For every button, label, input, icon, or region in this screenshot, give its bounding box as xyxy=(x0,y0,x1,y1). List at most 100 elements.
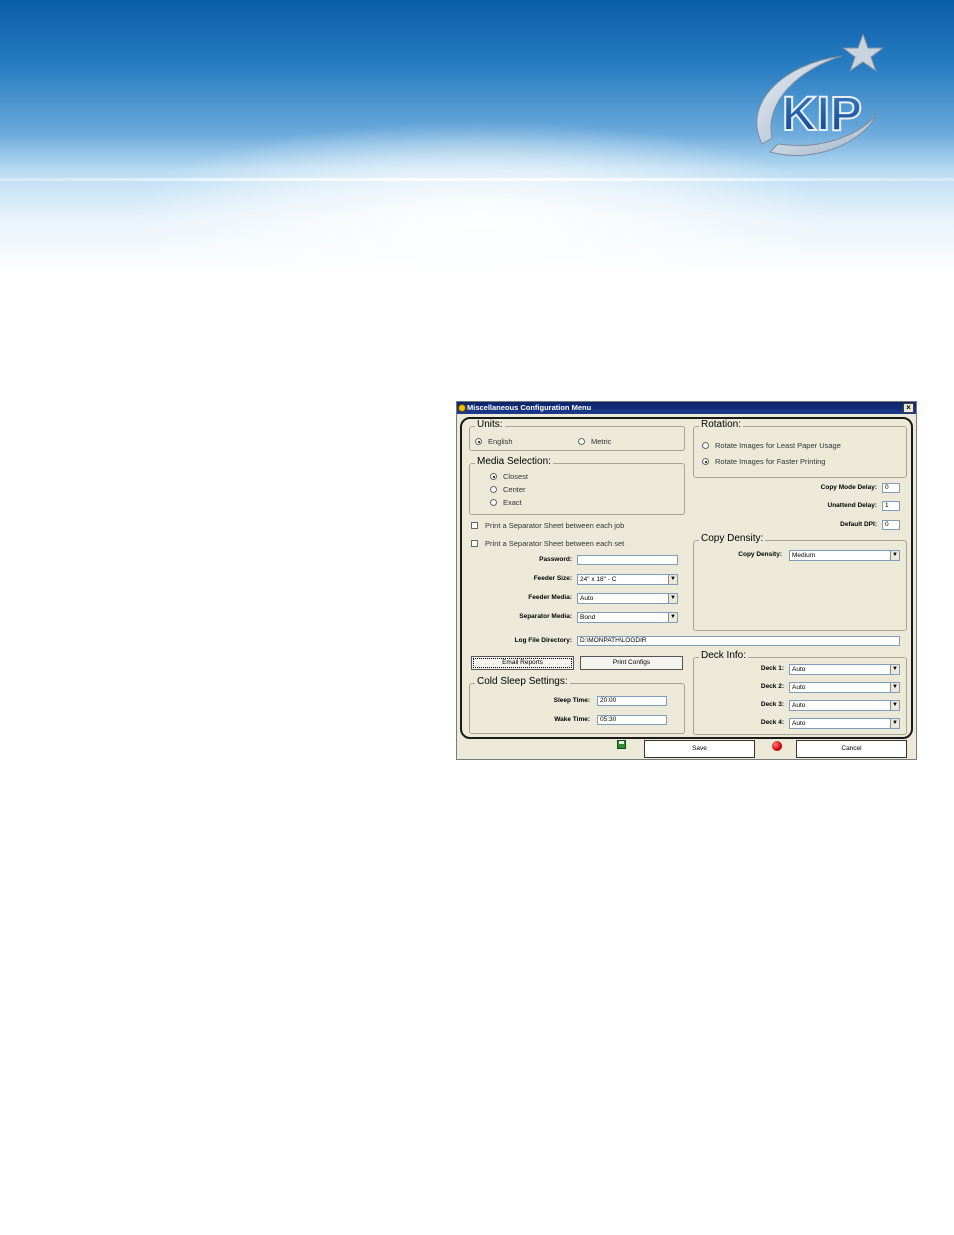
radio-empty-icon xyxy=(490,499,497,506)
default-dpi-label: Default DPI: xyxy=(840,521,877,528)
cold-sleep-legend: Cold Sleep Settings: xyxy=(475,676,570,687)
media-selection-group: Media Selection: Closest Center Exact xyxy=(469,456,685,515)
deck-info-legend: Deck Info: xyxy=(699,650,749,661)
rotation-faster-radio[interactable]: Rotate Images for Faster Printing xyxy=(702,457,825,466)
media-exact-label: Exact xyxy=(503,498,522,507)
units-english-label: English xyxy=(488,437,513,446)
chevron-down-icon[interactable]: ▼ xyxy=(890,683,899,692)
wake-time-label: Wake Time: xyxy=(554,716,590,723)
rotation-least-paper-label: Rotate Images for Least Paper Usage xyxy=(715,441,841,450)
header-banner: KIP xyxy=(0,0,954,275)
units-metric-radio[interactable]: Metric xyxy=(578,437,611,446)
deck-1-value: Auto xyxy=(792,666,806,673)
log-dir-label: Log File Directory: xyxy=(514,637,572,644)
chevron-down-icon[interactable]: ▼ xyxy=(668,613,677,622)
copy-density-label: Copy Density: xyxy=(738,551,782,558)
sleep-time-input[interactable]: 20:00 xyxy=(597,696,667,706)
print-configs-button[interactable]: Print Configs xyxy=(580,656,683,670)
deck-info-group: Deck Info: Deck 1: Auto ▼ Deck 2: Auto ▼ D… xyxy=(693,650,907,735)
unattend-delay-input[interactable]: 1 xyxy=(882,501,900,511)
deck-3-dropdown[interactable]: Auto ▼ xyxy=(789,700,900,711)
media-closest-label: Closest xyxy=(503,472,529,481)
banner-glow xyxy=(120,120,840,275)
copy-density-legend: Copy Density: xyxy=(699,533,766,544)
copy-density-group: Copy Density: Copy Density: Medium ▼ xyxy=(693,533,907,631)
email-reports-button[interactable]: Email Reports xyxy=(471,656,574,670)
units-metric-label: Metric xyxy=(591,437,612,446)
chevron-down-icon[interactable]: ▼ xyxy=(890,665,899,674)
deck-3-label: Deck 3: xyxy=(760,701,784,708)
misc-config-dialog: Miscellaneous Configuration Menu × Units… xyxy=(456,401,917,760)
logo-text: KIP xyxy=(782,88,862,141)
media-selection-legend: Media Selection: xyxy=(475,456,553,467)
banner-divider xyxy=(0,178,954,181)
close-button[interactable]: × xyxy=(903,403,914,413)
deck-4-label: Deck 4: xyxy=(760,719,784,726)
radio-selected-icon xyxy=(702,458,709,465)
separator-job-checkbox[interactable]: Print a Separator Sheet between each job xyxy=(471,521,624,530)
deck-1-dropdown[interactable]: Auto ▼ xyxy=(789,664,900,675)
checkbox-icon xyxy=(471,540,478,547)
cancel-button[interactable]: Cancel xyxy=(796,740,907,758)
radio-selected-icon xyxy=(475,438,482,445)
feeder-media-label: Feeder Media: xyxy=(528,594,572,601)
password-input[interactable] xyxy=(577,555,678,565)
save-disk-icon xyxy=(617,740,626,749)
separator-media-label: Separator Media: xyxy=(519,613,572,620)
separator-job-label: Print a Separator Sheet between each job xyxy=(485,521,625,530)
deck-4-value: Auto xyxy=(792,720,806,727)
unattend-delay-label: Unattend Delay: xyxy=(827,502,877,509)
chevron-down-icon[interactable]: ▼ xyxy=(668,594,677,603)
copy-density-dropdown[interactable]: Medium ▼ xyxy=(789,550,900,561)
media-closest-radio[interactable]: Closest xyxy=(490,472,528,481)
kip-logo: KIP xyxy=(756,34,885,156)
wake-time-input[interactable]: 05:30 xyxy=(597,715,667,725)
rotation-group: Rotation: Rotate Images for Least Paper … xyxy=(693,419,907,478)
sleep-time-label: Sleep Time: xyxy=(553,697,590,704)
rotation-legend: Rotation: xyxy=(699,419,744,430)
copy-mode-delay-input[interactable]: 0 xyxy=(882,483,900,493)
chevron-down-icon[interactable]: ▼ xyxy=(890,719,899,728)
app-icon xyxy=(458,404,466,412)
rotation-least-paper-radio[interactable]: Rotate Images for Least Paper Usage xyxy=(702,441,841,450)
dialog-title: Miscellaneous Configuration Menu xyxy=(467,403,592,412)
radio-empty-icon xyxy=(578,438,585,445)
chevron-down-icon[interactable]: ▼ xyxy=(890,551,899,560)
deck-4-dropdown[interactable]: Auto ▼ xyxy=(789,718,900,729)
units-legend: Units: xyxy=(475,419,505,430)
feeder-size-value: 24" x 18" - C xyxy=(580,576,617,583)
feeder-media-value: Auto xyxy=(580,595,594,602)
default-dpi-input[interactable]: 0 xyxy=(882,520,900,530)
feeder-media-dropdown[interactable]: Auto ▼ xyxy=(577,593,678,604)
media-center-label: Center xyxy=(503,485,526,494)
password-label: Password: xyxy=(539,556,572,563)
radio-empty-icon xyxy=(490,486,497,493)
stop-icon xyxy=(772,741,782,751)
media-center-radio[interactable]: Center xyxy=(490,485,526,494)
media-exact-radio[interactable]: Exact xyxy=(490,498,522,507)
cold-sleep-group: Cold Sleep Settings: Sleep Time: 20:00 W… xyxy=(469,676,685,734)
deck-2-label: Deck 2: xyxy=(760,683,784,690)
save-button[interactable]: Save xyxy=(644,740,755,758)
config-panel: Units: English Metric Media Selection: C… xyxy=(460,417,913,739)
chevron-down-icon[interactable]: ▼ xyxy=(668,575,677,584)
chevron-down-icon[interactable]: ▼ xyxy=(890,701,899,710)
units-group: Units: English Metric xyxy=(469,419,685,451)
log-dir-input[interactable]: D:\MONPATH\LOGDIR xyxy=(577,636,900,646)
feeder-size-label: Feeder Size: xyxy=(533,575,572,582)
separator-set-label: Print a Separator Sheet between each set xyxy=(485,539,625,548)
feeder-size-dropdown[interactable]: 24" x 18" - C ▼ xyxy=(577,574,678,585)
separator-media-dropdown[interactable]: Bond ▼ xyxy=(577,612,678,623)
deck-1-label: Deck 1: xyxy=(760,665,784,672)
radio-empty-icon xyxy=(702,442,709,449)
deck-2-dropdown[interactable]: Auto ▼ xyxy=(789,682,900,693)
units-english-radio[interactable]: English xyxy=(475,437,513,446)
separator-set-checkbox[interactable]: Print a Separator Sheet between each set xyxy=(471,539,624,548)
copy-density-value: Medium xyxy=(792,552,816,559)
checkbox-icon xyxy=(471,522,478,529)
radio-selected-icon xyxy=(490,473,497,480)
deck-3-value: Auto xyxy=(792,702,806,709)
dialog-titlebar[interactable]: Miscellaneous Configuration Menu × xyxy=(457,402,916,414)
rotation-faster-label: Rotate Images for Faster Printing xyxy=(715,457,826,466)
copy-mode-delay-label: Copy Mode Delay: xyxy=(820,484,877,491)
